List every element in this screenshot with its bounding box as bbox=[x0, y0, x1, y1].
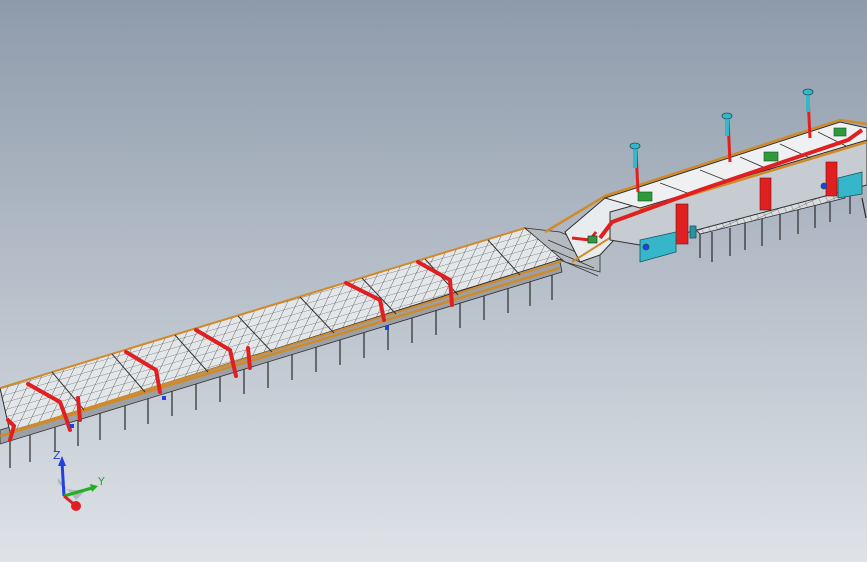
cad-graphics-viewport[interactable]: Z Y bbox=[0, 0, 867, 562]
triad-z-label: Z bbox=[53, 449, 61, 462]
incline-motor bbox=[587, 235, 598, 244]
triad-origin-x-ball bbox=[71, 501, 81, 511]
model-canvas[interactable]: Z Y bbox=[0, 0, 867, 562]
triad-y-label: Y bbox=[97, 475, 105, 488]
triad-z-axis bbox=[60, 461, 66, 497]
